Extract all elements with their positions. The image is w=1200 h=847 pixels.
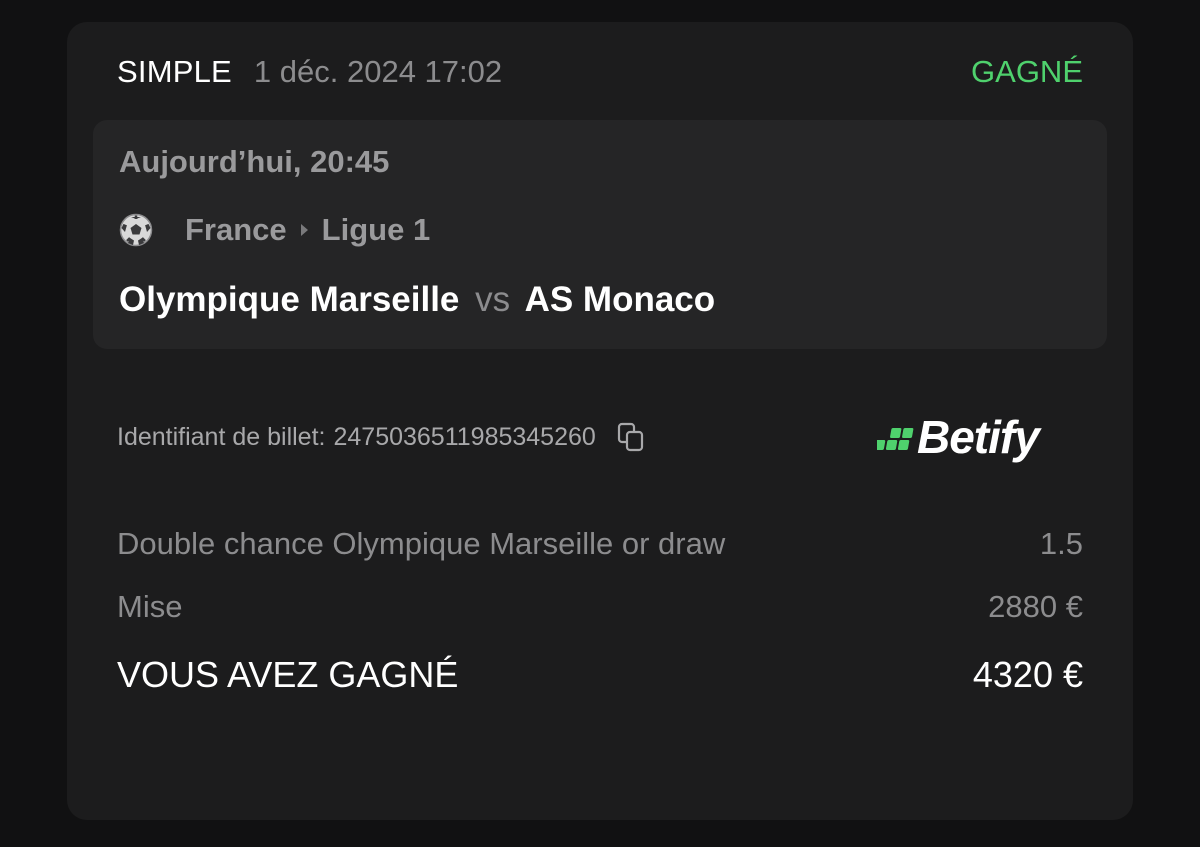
winnings-row: VOUS AVEZ GAGNÉ 4320 € [117, 654, 1083, 696]
stake-row: Mise 2880 € [117, 589, 1083, 625]
competition-breadcrumb: France Ligue 1 [119, 212, 430, 248]
selection-row: Double chance Olympique Marseille or dra… [117, 526, 1083, 562]
league-label: Ligue 1 [321, 212, 431, 247]
home-team: Olympique Marseille [119, 280, 460, 319]
event-details[interactable]: Aujourd’hui, 20:45 France Ligue 1 Olympi… [93, 120, 1107, 349]
winnings-label: VOUS AVEZ GAGNÉ [117, 654, 459, 695]
ticket-header: SIMPLE 1 déc. 2024 17:02 GAGNÉ [117, 52, 1083, 92]
selection-odds: 1.5 [1039, 526, 1083, 561]
brand-name: Betify [917, 411, 1040, 463]
stake-value: 2880 € [988, 589, 1083, 624]
winnings-value: 4320 € [972, 654, 1083, 695]
status-badge: GAGNÉ [971, 54, 1083, 89]
vs-label: vs [475, 280, 511, 319]
soccer-ball-icon [119, 213, 153, 247]
ticket-id-label: Identifiant de billet: [117, 422, 326, 451]
bet-ticket-card: SIMPLE 1 déc. 2024 17:02 GAGNÉ Aujourd’h… [67, 22, 1133, 820]
chevron-right-icon [300, 224, 308, 236]
ticket-id-row: Identifiant de billet: 24750365119853452… [117, 420, 648, 454]
away-team: AS Monaco [524, 280, 716, 319]
ticket-id-value: 2475036511985345260 [333, 422, 596, 451]
bet-date: 1 déc. 2024 17:02 [253, 54, 503, 89]
copy-icon[interactable] [614, 420, 648, 454]
selection-label: Double chance Olympique Marseille or dra… [117, 526, 726, 561]
betify-logo-mark-icon [877, 428, 914, 450]
stake-label: Mise [117, 589, 183, 624]
country-label: France [185, 212, 287, 247]
match-teams: Olympique Marseille vs AS Monaco [119, 280, 715, 320]
brand-logo: Betify [877, 410, 1040, 464]
event-time: Aujourd’hui, 20:45 [119, 144, 390, 179]
bet-type: SIMPLE [117, 54, 232, 89]
